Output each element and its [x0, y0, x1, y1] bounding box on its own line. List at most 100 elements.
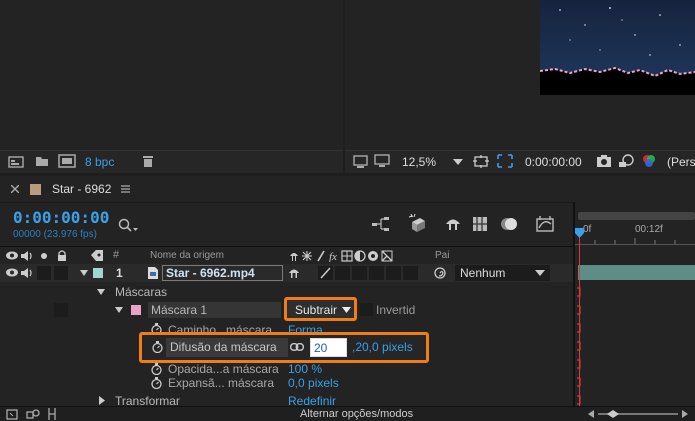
timeline-timecode[interactable]: 0:00:00:00: [13, 208, 109, 227]
layer-label-color[interactable]: [93, 268, 103, 278]
frame-blend-switch-box[interactable]: [352, 266, 367, 280]
project-footer: 8 bpc: [0, 150, 343, 173]
composition-flowchart-icon[interactable]: [372, 217, 390, 231]
tab-menu-icon[interactable]: [121, 185, 130, 193]
lock-box[interactable]: [54, 266, 68, 280]
playhead-handle-icon[interactable]: [575, 228, 584, 238]
video-eye-header-icon[interactable]: [6, 251, 18, 260]
starry-sky-footage: [540, 0, 695, 78]
shy-switch-icon[interactable]: [288, 267, 300, 279]
label-tag-icon[interactable]: [91, 250, 103, 261]
layer-expand-chevron-icon[interactable]: [80, 270, 88, 276]
transform-expand-chevron-icon[interactable]: [99, 396, 105, 405]
switches-header-icons: fx: [289, 250, 427, 262]
timeline-tab-title[interactable]: Star - 6962: [52, 182, 111, 196]
bit-depth-button[interactable]: 8 bpc: [85, 155, 114, 169]
keyframe-markers: [577, 287, 581, 405]
fps-readout: 00000 (23.976 fps): [13, 229, 97, 240]
footage-file-icon: [148, 267, 158, 279]
layer-switches-footer-icon[interactable]: [6, 409, 18, 420]
time-ruler-mark: 00:12f: [635, 224, 663, 235]
layer-row[interactable]: 1 Star - 6962.mp4 Nenhum: [0, 264, 573, 282]
time-ruler-start: 0f: [583, 224, 592, 235]
viewer-footer: 12,5% 0:00:00:00 (Pers: [345, 150, 695, 173]
shy-layers-icon[interactable]: [444, 216, 462, 232]
mask-feather-label: Difusão da máscara: [166, 338, 288, 357]
parent-dropdown-chevron-icon[interactable]: [535, 270, 545, 276]
constrain-link-icon[interactable]: [290, 343, 304, 351]
frame-blending-icon[interactable]: [472, 216, 488, 232]
motion-blur-switch-box[interactable]: [369, 266, 384, 280]
mask-name-field[interactable]: Máscara 1: [148, 302, 281, 318]
trash-icon[interactable]: [142, 154, 154, 168]
mask-expansion-value[interactable]: 0,0 pixels: [288, 376, 339, 390]
work-area-bar[interactable]: [578, 212, 695, 220]
new-composition-icon[interactable]: [58, 154, 76, 168]
expansion-stopwatch-icon[interactable]: [151, 377, 162, 389]
layer-name-field[interactable]: Star - 6962.mp4: [162, 265, 283, 281]
monitor-icon[interactable]: [374, 154, 390, 168]
effect-switch-box[interactable]: [335, 266, 350, 280]
audio-toggle-icon[interactable]: [21, 268, 33, 278]
resolution-icon[interactable]: [473, 155, 489, 168]
mask-expansion-row[interactable]: Expansã... máscara 0,0 pixels: [0, 374, 573, 392]
zoom-dropdown-icon[interactable]: [453, 159, 463, 165]
close-tab-icon[interactable]: [11, 185, 19, 193]
timeline-tab-bar: Star - 6962: [0, 176, 695, 203]
feather-stopwatch-icon[interactable]: [152, 341, 163, 353]
mask-feather-value-rest[interactable]: ,20,0 pixels: [352, 340, 413, 354]
layer-duration-bar[interactable]: [578, 265, 695, 280]
mask-feather-input[interactable]: [310, 338, 347, 357]
zoom-slider[interactable]: [588, 410, 688, 419]
toggle-switches-modes[interactable]: Alternar opções/modos: [300, 408, 413, 420]
column-parent-header[interactable]: Pai: [435, 250, 449, 261]
channel-rgb-icon[interactable]: [641, 154, 657, 168]
transfer-controls-footer-icon[interactable]: [26, 409, 40, 420]
masks-expand-chevron-icon[interactable]: [97, 289, 105, 295]
solo-header-icon[interactable]: [41, 253, 47, 259]
region-of-interest-icon[interactable]: [497, 154, 513, 168]
column-number-header: #: [113, 249, 120, 261]
mask-inverted-toggle[interactable]: [360, 303, 373, 316]
mask-lock-box[interactable]: [54, 303, 68, 317]
column-source-name-header[interactable]: Nome da origem: [150, 250, 224, 261]
snapshot-camera-icon[interactable]: [596, 154, 612, 168]
composition-color-swatch: [30, 184, 41, 195]
timeline-footer: Alternar opções/modos: [0, 406, 695, 421]
viewer-timecode[interactable]: 0:00:00:00: [525, 155, 582, 169]
zoom-value[interactable]: 12,5%: [402, 155, 436, 169]
always-preview-icon[interactable]: [353, 155, 368, 168]
motion-blur-icon[interactable]: [500, 216, 518, 232]
video-visibility-icon[interactable]: [6, 268, 18, 277]
in-out-footer-icon[interactable]: [46, 408, 58, 420]
layer-number: 1: [116, 266, 123, 280]
time-ruler[interactable]: [575, 236, 695, 245]
mask-inverted-label: Invertid: [376, 303, 416, 317]
mask-expansion-label: Expansã... máscara: [168, 376, 275, 390]
3d-switch-box[interactable]: [403, 266, 418, 280]
mask-opacity-row[interactable]: Opacida...a máscara 100 %: [0, 356, 573, 376]
mask-color-swatch[interactable]: [131, 305, 141, 315]
mask-expand-chevron-icon[interactable]: [115, 307, 123, 313]
svg-text:fx: fx: [329, 251, 337, 262]
quality-switch-box[interactable]: [318, 266, 333, 280]
draft-3d-icon[interactable]: [408, 213, 426, 233]
audio-header-icon[interactable]: [21, 251, 33, 261]
graph-editor-icon[interactable]: [536, 216, 554, 232]
time-graph: 0f 00:12f: [575, 202, 695, 406]
lock-header-icon[interactable]: [57, 250, 67, 261]
composition-preview[interactable]: [540, 0, 695, 95]
timeline-search-input[interactable]: [142, 214, 346, 236]
layer-column-header: # Nome da origem fx Pai: [0, 246, 573, 266]
new-folder-icon[interactable]: [35, 155, 49, 167]
3d-view-label[interactable]: (Pers: [667, 155, 695, 169]
adjustment-switch-box[interactable]: [386, 266, 401, 280]
pick-whip-icon[interactable]: [434, 267, 446, 279]
mask-mode-dropdown[interactable]: Subtrair: [284, 297, 357, 321]
interpret-footage-icon[interactable]: [8, 155, 24, 168]
show-snapshot-icon[interactable]: [618, 154, 634, 168]
project-panel: [0, 0, 343, 172]
solo-box[interactable]: [37, 266, 51, 280]
search-icon[interactable]: [118, 218, 138, 234]
parent-dropdown-value[interactable]: Nenhum: [460, 266, 505, 280]
